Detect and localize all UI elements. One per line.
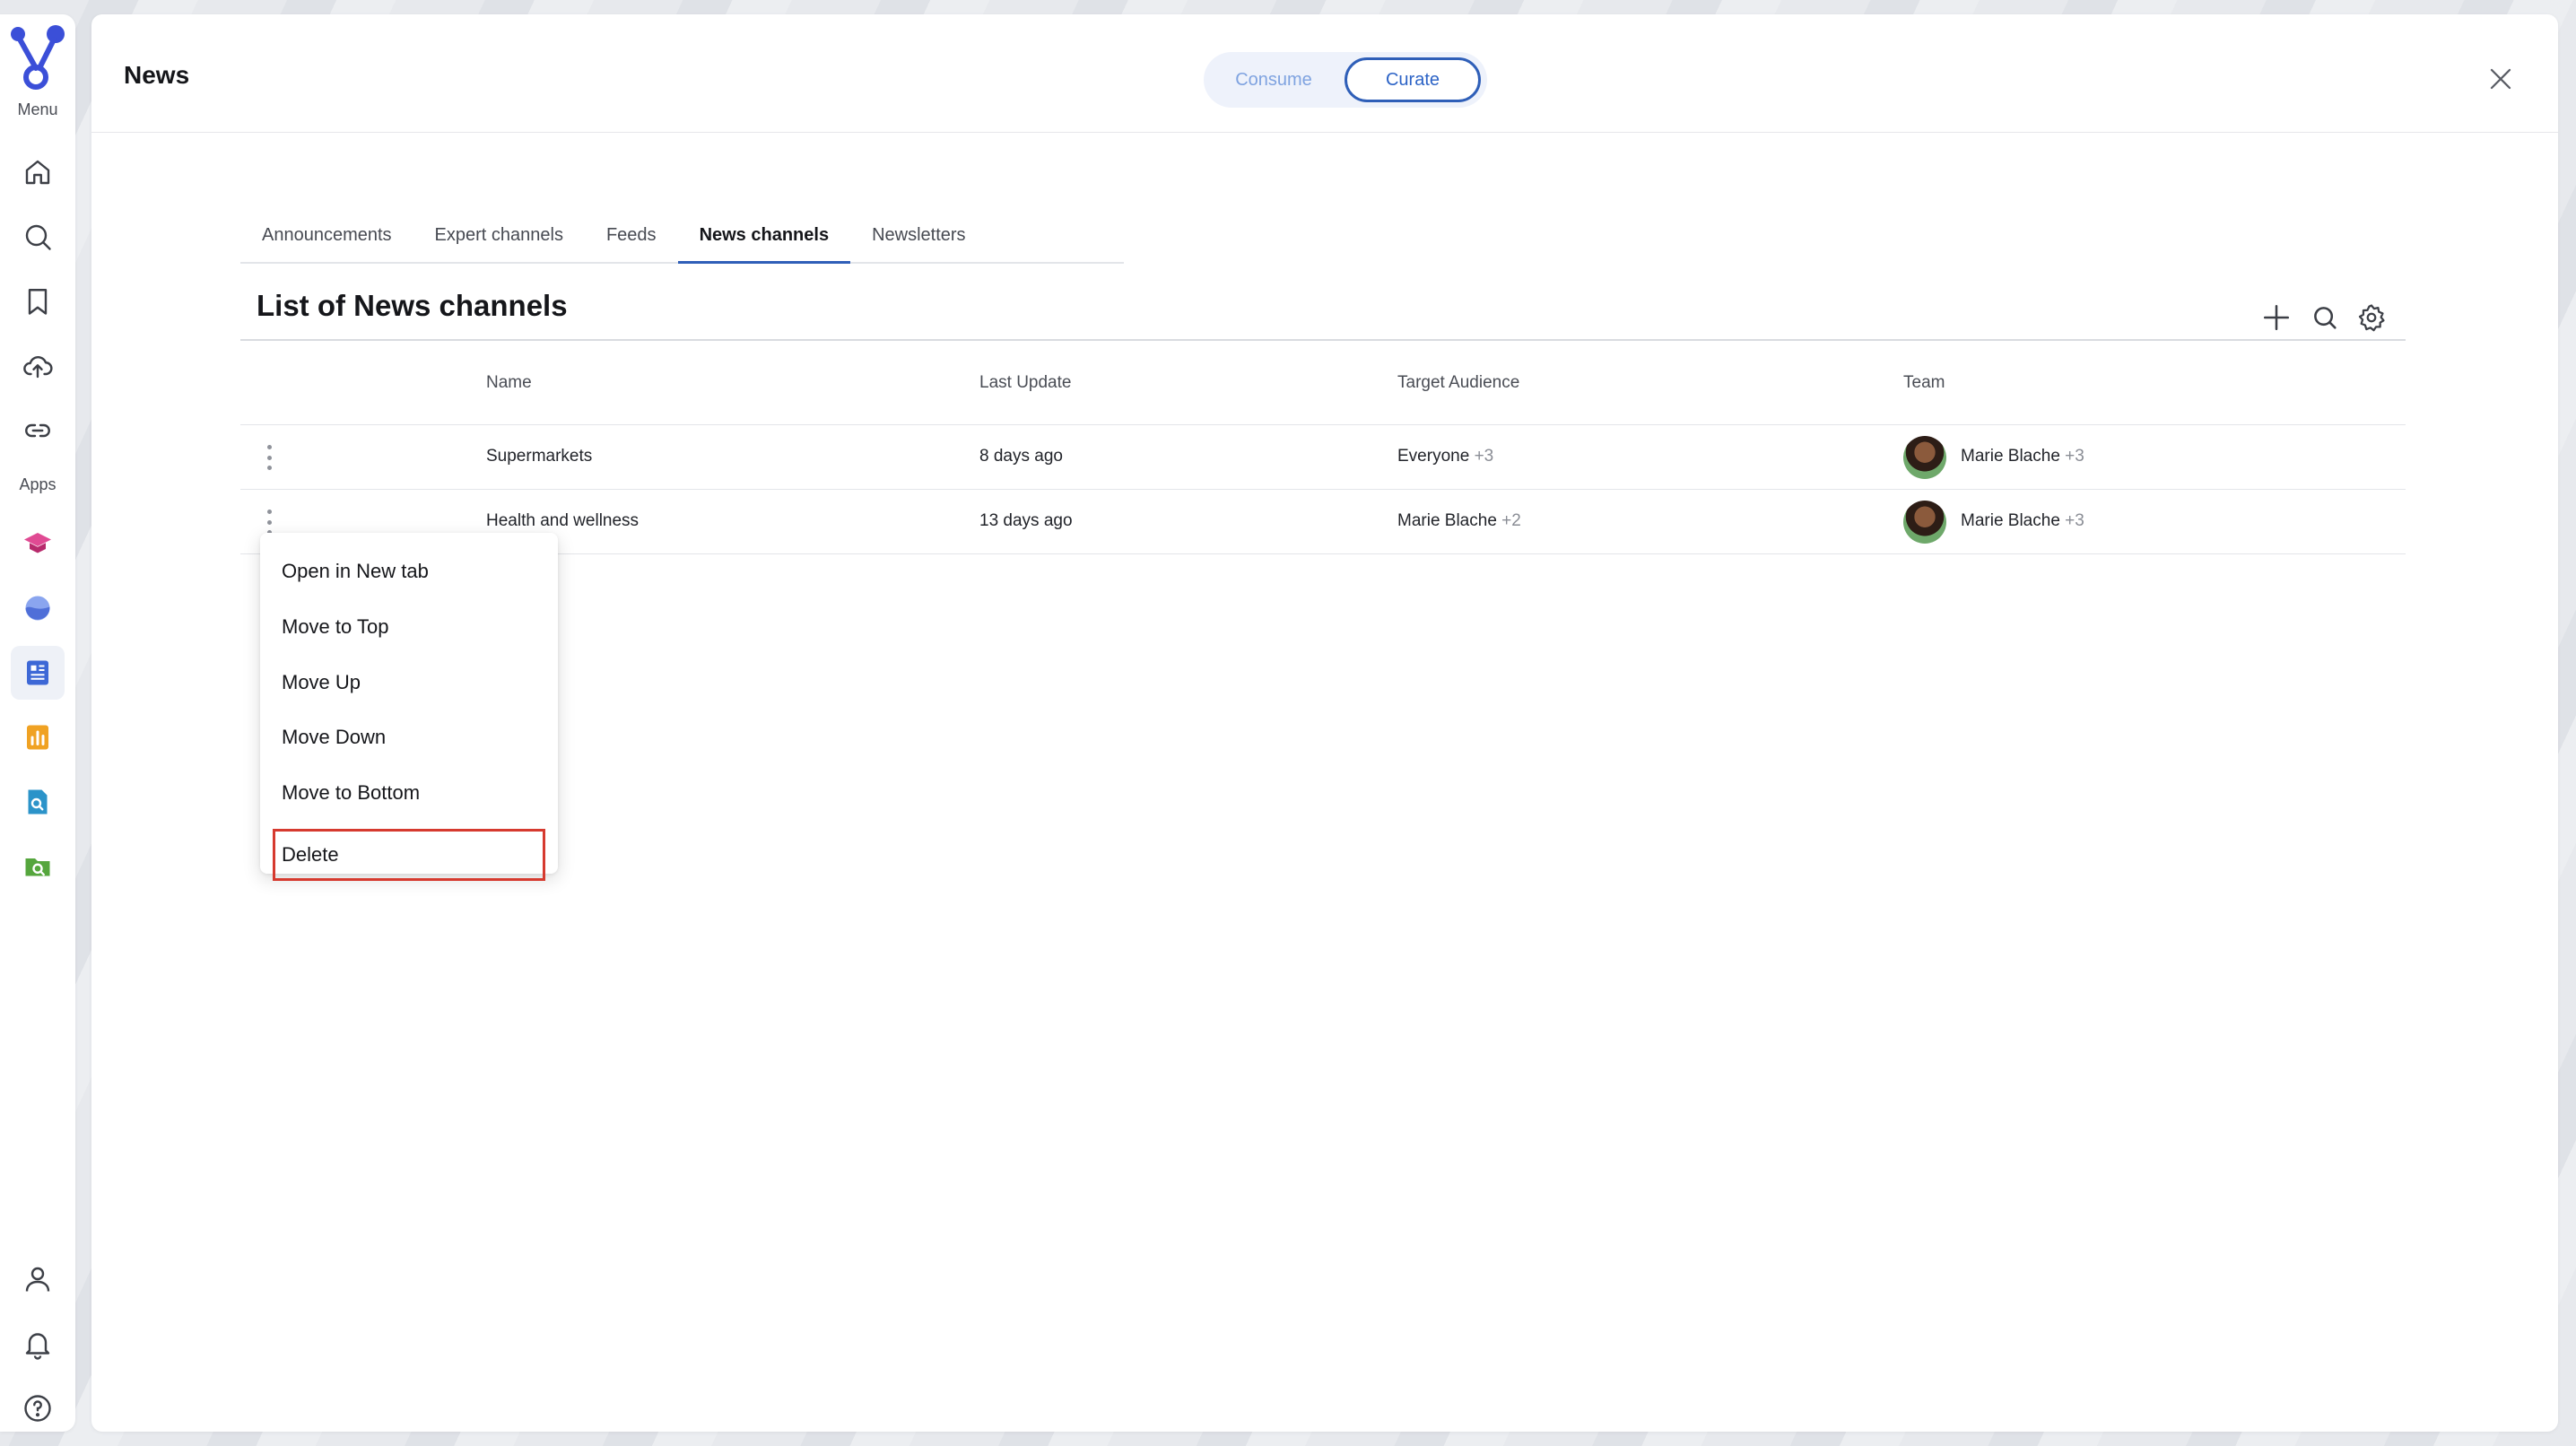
consume-mode-button[interactable]: Consume <box>1211 57 1336 102</box>
team-member-name: Marie Blache <box>1961 511 2060 530</box>
left-rail: Menu Apps <box>0 14 75 1432</box>
plus-icon <box>2263 304 2290 331</box>
bell-icon <box>25 1333 50 1360</box>
table-row[interactable]: Supermarkets 8 days ago Everyone +3 Mari… <box>240 425 2406 490</box>
column-target-audience[interactable]: Target Audience <box>1397 373 1519 393</box>
tab-announcements[interactable]: Announcements <box>240 208 413 262</box>
row-last-update: 13 days ago <box>979 511 1073 530</box>
links-button[interactable] <box>11 404 65 457</box>
avatar <box>1903 501 1946 544</box>
mode-toggle: Consume Curate <box>1204 52 1487 108</box>
row-team: Marie Blache +3 <box>1961 511 2084 531</box>
page-title: News <box>124 61 190 89</box>
audience-name: Marie Blache <box>1397 511 1497 530</box>
audience-more-count: +3 <box>1474 447 1494 466</box>
home-button[interactable] <box>11 145 65 199</box>
menu-item-move-down[interactable]: Move Down <box>273 711 545 763</box>
tab-newsletters[interactable]: Newsletters <box>850 208 987 262</box>
home-icon <box>25 160 50 185</box>
row-audience: Marie Blache +2 <box>1397 511 1521 531</box>
news-app-icon <box>27 660 48 685</box>
row-audience: Everyone +3 <box>1397 447 1493 466</box>
app-folder-search-button[interactable] <box>11 840 65 893</box>
column-team[interactable]: Team <box>1903 373 1945 393</box>
row-name[interactable]: Health and wellness <box>486 511 639 531</box>
add-channel-button[interactable] <box>2258 300 2294 335</box>
row-actions-button[interactable] <box>260 441 278 474</box>
audience-more-count: +2 <box>1501 511 1521 530</box>
team-more-count: +3 <box>2065 447 2084 466</box>
app-analytics-button[interactable] <box>11 710 65 764</box>
graduation-cap-icon <box>24 533 51 553</box>
curate-mode-button[interactable]: Curate <box>1345 57 1481 102</box>
main-panel: News Consume Curate Announcements Expert… <box>91 14 2558 1432</box>
tab-expert-channels[interactable]: Expert channels <box>413 208 585 262</box>
table-row[interactable]: Health and wellness 13 days ago Marie Bl… <box>240 490 2406 554</box>
user-icon <box>25 1267 50 1292</box>
app-learning-button[interactable] <box>11 517 65 571</box>
bookmark-icon <box>28 289 48 315</box>
audience-name: Everyone <box>1397 447 1470 466</box>
search-channels-button[interactable] <box>2307 300 2343 335</box>
search-icon <box>2314 307 2337 329</box>
row-name[interactable]: Supermarkets <box>486 447 592 466</box>
menu-item-delete[interactable]: Delete <box>273 829 545 881</box>
menu-item-move-to-top[interactable]: Move to Top <box>273 601 545 653</box>
team-member-name: Marie Blache <box>1961 447 2060 466</box>
row-last-update: 8 days ago <box>979 447 1063 466</box>
menu-item-move-to-bottom[interactable]: Move to Bottom <box>273 767 545 819</box>
row-team: Marie Blache +3 <box>1961 447 2084 466</box>
profile-button[interactable] <box>11 1252 65 1306</box>
avatar <box>1903 436 1946 479</box>
app-wave-button[interactable] <box>11 581 65 635</box>
search-button[interactable] <box>11 210 65 264</box>
bookmarks-button[interactable] <box>11 274 65 328</box>
tab-news-channels[interactable]: News channels <box>677 208 851 264</box>
column-name[interactable]: Name <box>486 373 532 393</box>
table-header: Name Last Update Target Audience Team <box>240 341 2406 425</box>
menu-item-move-up[interactable]: Move Up <box>273 657 545 709</box>
gear-icon <box>2358 304 2385 332</box>
chart-app-icon <box>27 725 48 750</box>
menu-label: Menu <box>17 100 58 118</box>
list-title: List of News channels <box>257 289 568 322</box>
notifications-button[interactable] <box>11 1317 65 1371</box>
apps-label: Apps <box>19 475 57 493</box>
help-button[interactable] <box>11 1381 65 1435</box>
app-news-button[interactable] <box>11 646 65 700</box>
column-last-update[interactable]: Last Update <box>979 373 1071 393</box>
tab-feeds[interactable]: Feeds <box>585 208 678 262</box>
upload-button[interactable] <box>11 339 65 393</box>
app-logo-icon[interactable] <box>9 23 66 91</box>
close-button[interactable] <box>2485 63 2517 95</box>
link-icon <box>25 423 50 438</box>
app-doc-search-button[interactable] <box>11 775 65 829</box>
row-context-menu: Open in New tab Move to Top Move Up Move… <box>260 533 558 881</box>
team-more-count: +3 <box>2065 511 2084 530</box>
search-icon <box>25 224 51 250</box>
document-search-icon <box>28 789 48 814</box>
wave-app-icon <box>25 596 50 621</box>
help-icon <box>24 1395 51 1422</box>
menu-item-open-new-tab[interactable]: Open in New tab <box>273 545 545 597</box>
close-icon <box>2490 68 2511 90</box>
settings-button[interactable] <box>2354 300 2389 335</box>
upload-cloud-icon <box>23 355 53 379</box>
folder-search-icon <box>25 858 50 876</box>
panel-header: News Consume Curate <box>91 14 2558 133</box>
channel-tabs: Announcements Expert channels Feeds News… <box>240 208 1124 264</box>
